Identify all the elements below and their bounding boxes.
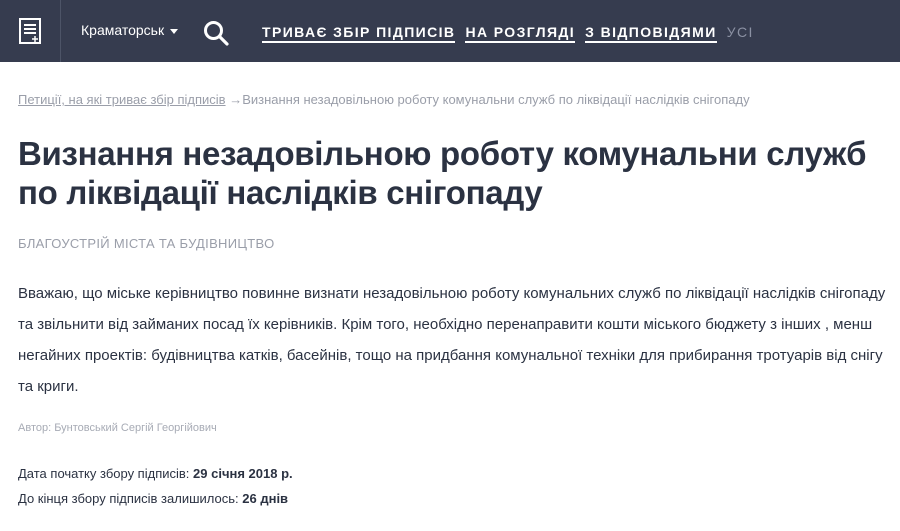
- tab-under-review[interactable]: НА РОЗГЛЯДІ: [465, 24, 576, 43]
- start-date-value: 29 січня 2018 р.: [193, 466, 293, 481]
- remaining-days-label: До кінця збору підписів залишилось:: [18, 491, 239, 506]
- petition-category: Благоустрій міста та будівництво: [18, 236, 275, 251]
- search-button[interactable]: [203, 20, 229, 51]
- status-tabs: ТРИВАЄ ЗБІР ПІДПИСІВ НА РОЗГЛЯДІ З ВІДПО…: [262, 24, 764, 43]
- caret-down-icon: [170, 28, 179, 34]
- breadcrumb: Петиції, на які триває збір підписів →Ви…: [18, 92, 750, 107]
- petition-document-icon: [19, 18, 41, 44]
- breadcrumb-separator: →: [229, 92, 243, 107]
- tab-all[interactable]: УСІ: [727, 24, 754, 43]
- tab-collecting-signatures[interactable]: ТРИВАЄ ЗБІР ПІДПИСІВ: [262, 24, 456, 43]
- start-date-line: Дата початку збору підписів: 29 січня 20…: [18, 466, 293, 481]
- top-navigation-bar: Краматорськ ТРИВАЄ ЗБІР ПІДПИСІВ НА РОЗГ…: [0, 0, 900, 62]
- petition-text: Вважаю, що міське керівництво повинне ви…: [18, 285, 886, 395]
- remaining-days-line: До кінця збору підписів залишилось: 26 д…: [18, 491, 288, 506]
- city-selector[interactable]: Краматорськ: [81, 22, 179, 38]
- petition-author: Автор: Бунтовський Сергій Георгійович: [18, 422, 217, 434]
- page-title: Визнання незадовільною роботу комунальни…: [18, 135, 867, 211]
- city-label: Краматорськ: [81, 22, 165, 38]
- logo[interactable]: [0, 0, 61, 62]
- breadcrumb-current: Визнання незадовільною роботу комунальни…: [242, 92, 750, 107]
- tab-with-answers[interactable]: З ВІДПОВІДЯМИ: [585, 24, 717, 43]
- search-icon: [204, 21, 229, 46]
- breadcrumb-link-collecting[interactable]: Петиції, на які триває збір підписів: [18, 92, 226, 107]
- start-date-label: Дата початку збору підписів:: [18, 466, 190, 481]
- remaining-days-value: 26 днів: [242, 491, 289, 506]
